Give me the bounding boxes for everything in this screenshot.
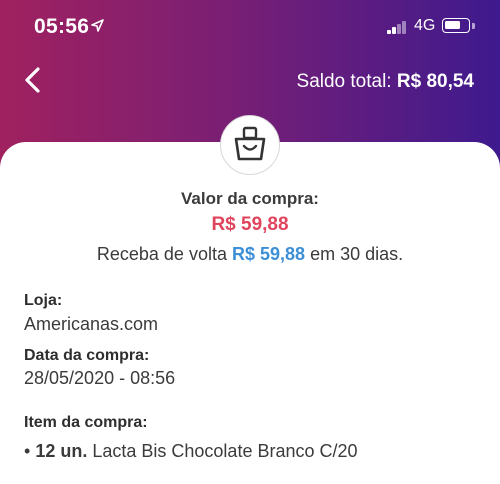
item-name: Lacta Bis Chocolate Branco C/20 (92, 441, 358, 461)
data-compra-value: 28/05/2020 - 08:56 (24, 368, 176, 388)
item-compra-label: Item da compra: (24, 414, 148, 431)
status-time: 05:56 (34, 15, 90, 38)
nav-bar: Saldo total: R$ 80,54 (0, 60, 500, 104)
cashback-amount: R$ 59,88 (231, 244, 306, 264)
loja-value: Americanas.com (24, 314, 159, 334)
network-type: 4G (414, 17, 436, 34)
battery-icon (442, 18, 470, 33)
chevron-left-icon (25, 67, 40, 93)
valor-amount: R$ 59,88 (211, 214, 289, 235)
saldo-value: R$ 80,54 (396, 71, 474, 92)
saldo-total: Saldo total: R$ 80,54 (297, 71, 474, 93)
loja-label: Loja: (24, 292, 63, 309)
item-bullet: • (24, 441, 31, 461)
valor-label: Valor da compra: (181, 189, 319, 208)
purchase-icon-circle (220, 115, 280, 175)
cashback-text: Receba de volta R$ 59,88 em 30 dias. (0, 244, 500, 265)
status-bar: 05:56 4G (0, 0, 500, 56)
location-arrow-icon (91, 19, 104, 37)
battery-tip (472, 23, 475, 29)
cashback-prefix: Receba de volta (96, 244, 227, 264)
saldo-label: Saldo total: (296, 71, 392, 92)
signal-icon (387, 20, 409, 34)
cashback-suffix: em 30 dias. (310, 244, 404, 264)
list-item: • 12 un. Lacta Bis Chocolate Branco C/20 (24, 441, 358, 462)
back-button[interactable] (18, 64, 50, 96)
item-quantity: 12 un. (35, 441, 88, 461)
data-compra-label: Data da compra: (24, 347, 150, 364)
shopping-bag-icon (234, 126, 266, 161)
